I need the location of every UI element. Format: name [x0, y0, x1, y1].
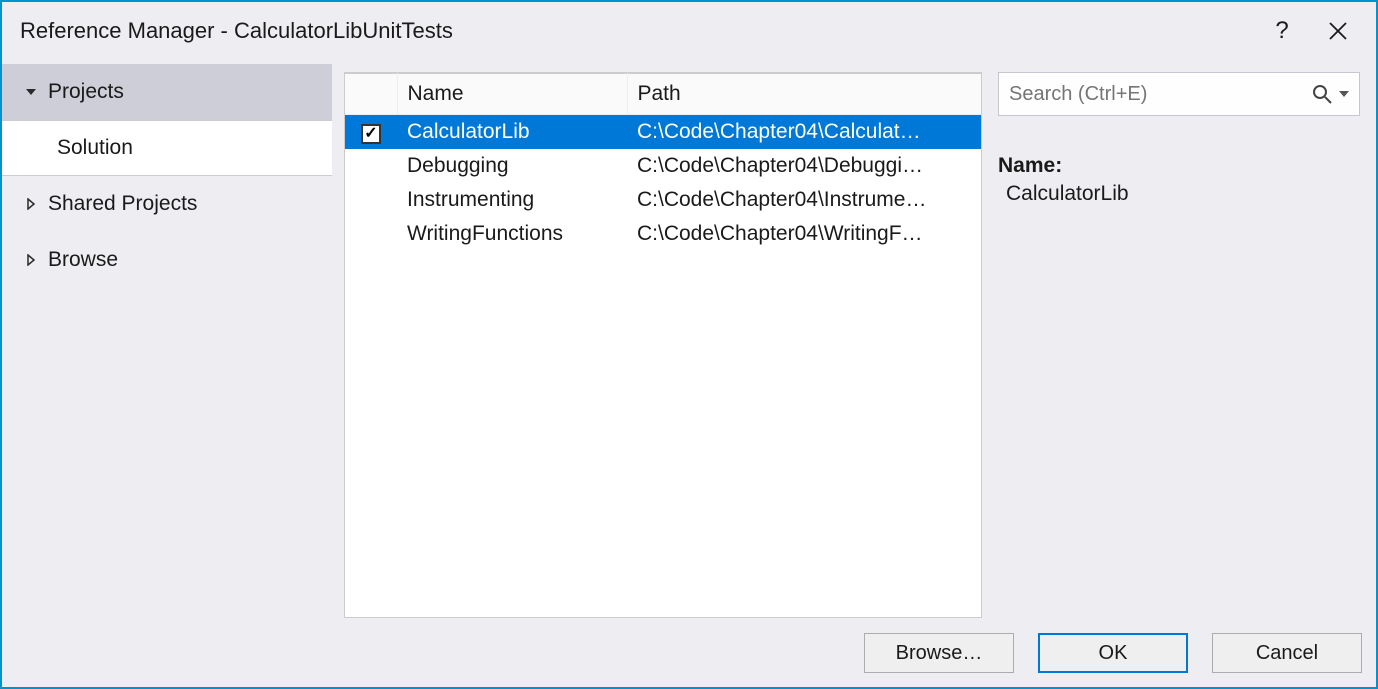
sidebar-item-label: Projects	[48, 80, 124, 104]
row-name: Instrumenting	[397, 183, 627, 217]
search-dropdown-icon[interactable]	[1335, 89, 1353, 99]
chevron-down-icon	[22, 86, 40, 98]
sidebar: Projects Solution Shared Projects Browse	[2, 60, 332, 619]
main-row: Name Path CalculatorLibC:\Code\Chapter04…	[344, 72, 1364, 618]
row-path: C:\Code\Chapter04\Instrume…	[627, 183, 981, 217]
help-icon: ?	[1275, 17, 1288, 45]
search-input[interactable]	[1009, 83, 1311, 106]
row-checkbox-cell[interactable]	[345, 149, 397, 183]
checkbox-icon[interactable]	[361, 124, 381, 144]
sidebar-item-projects[interactable]: Projects	[2, 64, 332, 120]
search-icon[interactable]	[1311, 83, 1333, 105]
row-name: CalculatorLib	[397, 115, 627, 149]
sidebar-item-label: Solution	[57, 136, 133, 160]
table-row[interactable]: DebuggingC:\Code\Chapter04\Debuggi…	[345, 149, 981, 183]
row-checkbox-cell[interactable]	[345, 217, 397, 251]
sidebar-item-label: Shared Projects	[48, 192, 197, 216]
detail-name-label: Name:	[998, 154, 1360, 178]
row-checkbox-cell[interactable]	[345, 183, 397, 217]
close-icon	[1329, 22, 1347, 40]
browse-button[interactable]: Browse…	[864, 633, 1014, 673]
ok-button[interactable]: OK	[1038, 633, 1188, 673]
row-name: WritingFunctions	[397, 217, 627, 251]
sidebar-item-label: Browse	[48, 248, 118, 272]
table-row[interactable]: CalculatorLibC:\Code\Chapter04\Calculat…	[345, 115, 981, 149]
search-box[interactable]	[998, 72, 1360, 116]
reference-manager-dialog: Reference Manager - CalculatorLibUnitTes…	[0, 0, 1378, 689]
projects-table: Name Path CalculatorLibC:\Code\Chapter04…	[344, 72, 982, 618]
close-button[interactable]	[1310, 9, 1366, 53]
footer: Browse… OK Cancel	[2, 619, 1376, 687]
row-path: C:\Code\Chapter04\Debuggi…	[627, 149, 981, 183]
help-button[interactable]: ?	[1254, 9, 1310, 53]
column-header-name[interactable]: Name	[397, 74, 627, 115]
right-pane: Name: CalculatorLib	[982, 72, 1364, 618]
row-path: C:\Code\Chapter04\Calculat…	[627, 115, 981, 149]
main-panel: Name Path CalculatorLibC:\Code\Chapter04…	[332, 60, 1376, 619]
sidebar-item-solution[interactable]: Solution	[2, 120, 332, 176]
row-checkbox-cell[interactable]	[345, 115, 397, 149]
column-header-path[interactable]: Path	[627, 74, 981, 115]
row-name: Debugging	[397, 149, 627, 183]
sidebar-item-browse[interactable]: Browse	[2, 232, 332, 288]
titlebar: Reference Manager - CalculatorLibUnitTes…	[2, 2, 1376, 60]
column-header-checkbox[interactable]	[345, 74, 397, 115]
chevron-right-icon	[22, 254, 40, 266]
content-area: Projects Solution Shared Projects Browse	[2, 60, 1376, 619]
sidebar-item-shared-projects[interactable]: Shared Projects	[2, 176, 332, 232]
window-title: Reference Manager - CalculatorLibUnitTes…	[20, 18, 1254, 44]
chevron-right-icon	[22, 198, 40, 210]
table-row[interactable]: WritingFunctionsC:\Code\Chapter04\Writin…	[345, 217, 981, 251]
row-path: C:\Code\Chapter04\WritingF…	[627, 217, 981, 251]
cancel-button[interactable]: Cancel	[1212, 633, 1362, 673]
detail-name-value: CalculatorLib	[998, 182, 1360, 206]
table-row[interactable]: InstrumentingC:\Code\Chapter04\Instrume…	[345, 183, 981, 217]
